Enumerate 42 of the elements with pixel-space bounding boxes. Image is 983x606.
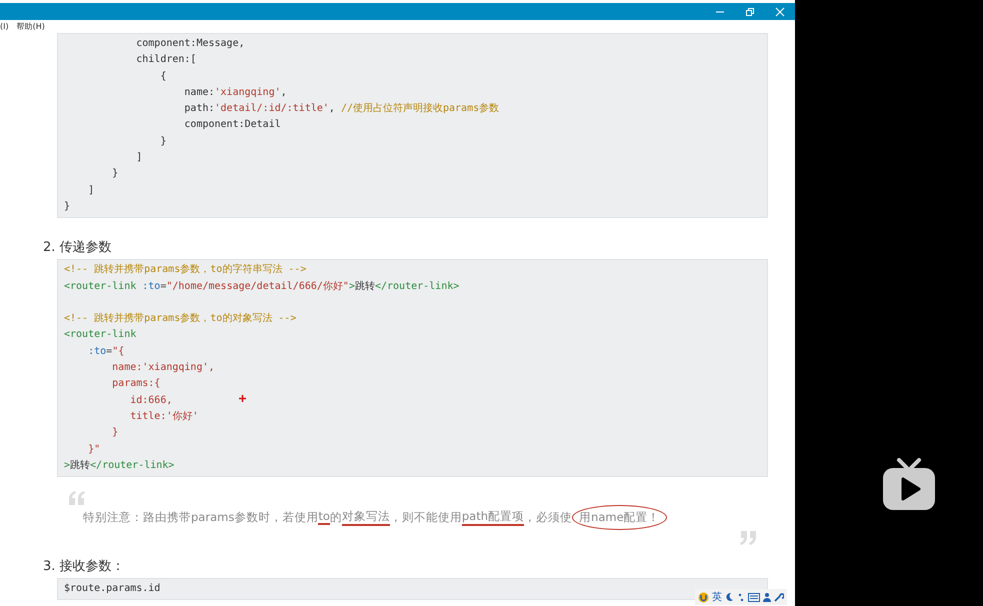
- code-line: $route.params.id: [64, 582, 160, 596]
- moon-icon: [725, 592, 734, 602]
- section-heading: 2. 传递参数: [43, 239, 112, 256]
- restore-icon[interactable]: [745, 6, 755, 16]
- code-line: ]: [135, 151, 142, 166]
- menu-item[interactable]: 帮助(H): [16, 21, 45, 32]
- section-heading: 3. 接收参数：: [43, 558, 125, 576]
- code-line: name:'xiangqing',: [183, 86, 287, 100]
- keyboard-icon: [748, 592, 760, 602]
- code-line: title:'你好': [129, 410, 198, 424]
- code-line: component:Detail: [183, 118, 281, 132]
- close-icon[interactable]: [775, 6, 785, 16]
- code-line: :to="{: [87, 344, 124, 359]
- code-line: <!-- 跳转并携带params参数，to的对象写法 -->: [64, 312, 296, 326]
- code-line: }: [159, 134, 166, 149]
- tv-play-icon: [881, 458, 937, 512]
- code-line: }: [111, 426, 118, 440]
- user-icon: [763, 592, 771, 602]
- code-line: id:666,: [129, 394, 172, 408]
- code-line: ]: [87, 184, 94, 198]
- code-line: }: [64, 200, 70, 214]
- note-text: 特别注意：路由携带params参数时，若使用to的对象写法，则不能使用path配置项，必须使 用name配置！: [83, 504, 667, 530]
- code-line: {: [159, 70, 166, 84]
- code-line: }: [111, 167, 118, 182]
- code-line: <router-link: [64, 328, 136, 342]
- code-line: params:{: [111, 377, 160, 392]
- code-line: >跳转</router-link>: [64, 458, 174, 473]
- open-quote-icon: [67, 491, 87, 506]
- code-line: }": [87, 442, 100, 457]
- code-line: path:'detail/:id/:title', //使用占位符声明接收params参数: [183, 102, 500, 116]
- code-line: component:Message,: [135, 37, 245, 51]
- code-line: <router-link :to="/home/message/detail/666/你好">跳转</router-link>: [64, 280, 460, 294]
- language-indicator[interactable]: 英: [712, 590, 722, 604]
- punctuation-icon: [737, 592, 745, 602]
- menu-item[interactable]: (I): [0, 22, 9, 31]
- wrench-icon: [774, 592, 784, 602]
- crosshair-cursor-icon: [239, 395, 246, 402]
- input-method-icon: [698, 592, 709, 602]
- code-line: <!-- 跳转并携带params参数，to的字符串写法 -->: [64, 262, 306, 278]
- close-quote-icon: [738, 531, 758, 546]
- code-line: children:[: [135, 53, 196, 68]
- code-line: name:'xiangqing',: [111, 361, 215, 376]
